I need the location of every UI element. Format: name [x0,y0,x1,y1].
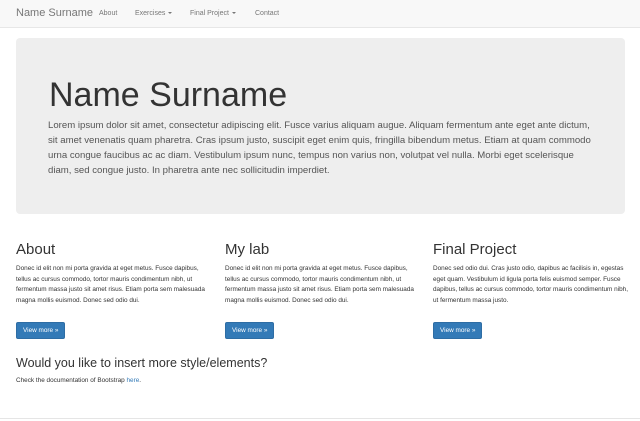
nav-item-label: Contact [255,10,280,17]
column-text-about: Donec id elit non mi porta gravida at eg… [16,265,205,304]
column-heading-about: About [16,241,56,258]
nav-item-contact[interactable]: Contact [255,10,279,17]
view-more-button-about[interactable]: View more » [16,322,66,339]
bottom-text-suffix: . [139,377,142,384]
jumbotron-lead: Lorem ipsum dolor sit amet, consectetur … [48,120,591,176]
column-text-my-lab: Donec id elit non mi porta gravida at eg… [225,265,414,304]
bottom-heading: Would you like to insert more style/elem… [16,356,268,370]
nav-item-final-project[interactable]: Final Project [190,10,236,17]
nav-item-exercises[interactable]: Exercises [135,10,173,17]
nav-item-label: About [99,10,118,17]
top-navbar: Name Surname About Exercises Final Proje… [0,0,640,28]
caret-down-icon [231,12,236,15]
bootstrap-docs-link[interactable]: here [127,377,140,384]
nav-item-label: Exercises [135,10,166,17]
column-heading-final-project: Final Project [433,241,517,258]
bottom-text-label: Check the documentation of Bootstrap [16,377,125,384]
page-title: Name Surname [49,76,288,114]
bottom-text: Check the documentation of Bootstrap her… [16,377,141,384]
caret-down-icon [168,12,173,15]
nav-item-label: Final Project [190,10,229,17]
column-heading-my-lab: My lab [225,241,270,258]
view-more-button-my-lab[interactable]: View more » [225,322,275,339]
navbar-brand[interactable]: Name Surname [16,7,93,19]
nav-item-about[interactable]: About [99,10,117,17]
column-text-final-project: Donec sed odio dui. Cras justo odio, dap… [433,265,629,304]
footer-divider [0,418,640,419]
view-more-button-final-project[interactable]: View more » [433,322,483,339]
